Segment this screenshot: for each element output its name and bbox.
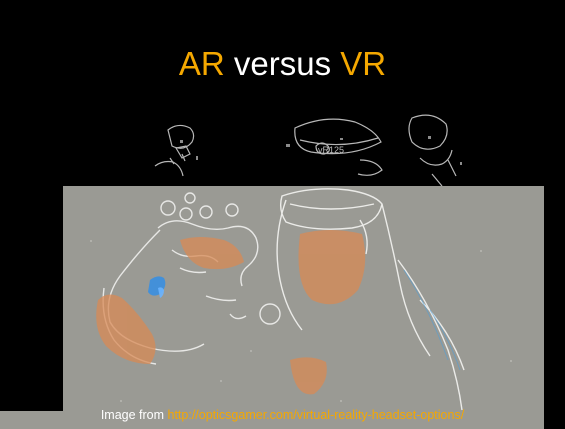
title-vr: VR [340,45,387,82]
caption-prefix: Image from [100,408,168,422]
slide: AR versus VR vR125 Image from http://opt… [0,0,565,429]
slide-title: AR versus VR [0,44,565,84]
title-ar: AR [178,45,225,82]
svg-text:vR125: vR125 [318,145,344,155]
source-link[interactable]: http://opticsgamer.com/virtual-reality-h… [168,408,465,422]
vr-headset-users-photo: vR125 [0,100,565,429]
image-credit-caption: Image from http://opticsgamer.com/virtua… [0,407,565,423]
title-versus: versus [224,45,341,82]
